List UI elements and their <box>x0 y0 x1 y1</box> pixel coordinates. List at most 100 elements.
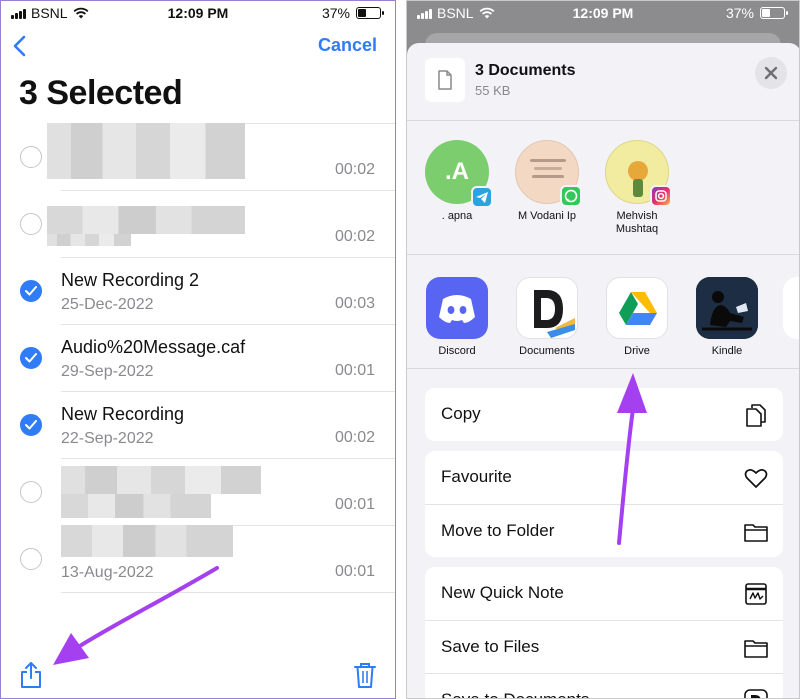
recording-duration: 00:02 <box>334 161 375 178</box>
redacted-text <box>47 206 245 234</box>
app-label: Kindle <box>711 345 743 357</box>
app-kindle[interactable]: Kindle <box>687 277 767 357</box>
app-label: Drive <box>624 345 650 357</box>
recordings-selection-screen: BSNL 12:09 PM 37% Cancel 3 Selected 00:0… <box>0 0 396 699</box>
trash-icon[interactable] <box>353 661 377 689</box>
battery-icon <box>760 7 788 19</box>
app-drive[interactable]: Drive <box>597 277 677 357</box>
documents-app-icon <box>516 277 578 339</box>
google-drive-icon <box>606 277 668 339</box>
document-icon <box>438 70 452 90</box>
selected-checkmark[interactable] <box>20 347 42 369</box>
quick-note-icon <box>745 583 767 605</box>
folder-icon <box>744 640 768 658</box>
app-discord[interactable]: Discord <box>417 277 497 357</box>
avatar <box>515 140 582 207</box>
checkmark-icon <box>25 353 37 363</box>
recording-row[interactable]: New Recording 22-Sep-2022 00:02 <box>1 391 395 458</box>
selection-circle[interactable] <box>20 548 42 570</box>
recording-name: New Recording <box>61 404 185 424</box>
documents-app-icon <box>744 689 768 698</box>
share-title: 3 Documents <box>475 62 576 79</box>
action-favourite[interactable]: Favourite <box>425 451 783 504</box>
share-sheet-screen: BSNL 12:09 PM 37% 3 Documents 55 KB .A .… <box>406 0 800 699</box>
redacted-text <box>47 123 245 179</box>
recording-duration: 00:02 <box>334 429 375 446</box>
app-label: Discord <box>438 345 476 357</box>
close-icon <box>764 66 778 80</box>
selection-circle[interactable] <box>20 146 42 168</box>
instagram-icon <box>650 185 672 207</box>
action-save-to-files[interactable]: Save to Files <box>425 620 783 673</box>
redacted-text <box>47 234 131 246</box>
telegram-icon <box>471 186 493 208</box>
list-end-separator <box>1 592 395 594</box>
recording-row[interactable]: 00:01 <box>1 458 395 525</box>
redacted-text <box>61 494 211 518</box>
selected-checkmark[interactable] <box>20 280 42 302</box>
recording-duration: 00:03 <box>334 295 375 312</box>
checkmark-icon <box>25 420 37 430</box>
back-chevron-icon[interactable] <box>10 34 32 58</box>
screenshot-composite: BSNL 12:09 PM 37% Cancel 3 Selected 00:0… <box>0 0 800 699</box>
action-save-to-documents[interactable]: Save to Documents <box>425 673 783 698</box>
app-overflow-peek <box>783 277 799 339</box>
contact-name: Mehvish Mushtaq <box>615 210 659 235</box>
app-label: Documents <box>519 345 575 357</box>
close-button[interactable] <box>755 57 787 89</box>
contact-suggestion[interactable]: Mehvish Mushtaq <box>597 140 677 236</box>
battery-percent: 37% <box>321 5 350 21</box>
contact-name: M Vodani Ip <box>517 210 577 222</box>
recording-date: 13-Aug-2022 <box>61 564 154 581</box>
kindle-icon <box>696 277 758 339</box>
battery-icon <box>356 7 384 19</box>
whatsapp-icon <box>560 185 582 207</box>
recording-duration: 00:01 <box>334 496 375 513</box>
recording-duration: 00:01 <box>334 563 375 580</box>
share-icon[interactable] <box>19 661 43 689</box>
action-label: Save to Files <box>441 637 540 656</box>
selection-circle[interactable] <box>20 213 42 235</box>
recording-date: 25-Dec-2022 <box>61 296 154 313</box>
action-new-quick-note[interactable]: New Quick Note <box>425 567 783 620</box>
battery-percent: 37% <box>725 5 754 21</box>
share-sheet: 3 Documents 55 KB .A . apna M Vodani Ip … <box>407 43 799 698</box>
recording-row[interactable]: New Recording 2 25-Dec-2022 00:03 <box>1 257 395 324</box>
recording-name: Audio%20Message.caf <box>61 337 246 357</box>
heart-icon <box>744 469 768 488</box>
page-title: 3 Selected <box>19 74 183 112</box>
copy-icon <box>746 404 766 427</box>
contact-suggestion[interactable]: M Vodani Ip <box>507 140 587 223</box>
folder-icon <box>744 524 768 542</box>
document-thumbnail <box>425 58 465 102</box>
action-label: Favourite <box>441 467 512 486</box>
action-label: Copy <box>441 404 481 423</box>
action-label: Save to Documents <box>441 690 589 698</box>
recording-row[interactable]: 00:02 <box>1 190 395 257</box>
recording-name: New Recording 2 <box>61 270 200 290</box>
recording-row[interactable]: 00:02 <box>1 123 395 190</box>
action-copy[interactable]: Copy <box>425 388 783 441</box>
share-sheet-header: 3 Documents 55 KB <box>407 43 799 120</box>
recording-date: 29-Sep-2022 <box>61 363 154 380</box>
discord-icon <box>426 277 488 339</box>
avatar: .A <box>425 140 493 208</box>
contact-suggestion[interactable]: .A . apna <box>417 140 497 223</box>
recording-row[interactable]: 13-Aug-2022 00:01 <box>1 525 395 592</box>
status-bar: BSNL 12:09 PM 37% <box>1 1 395 27</box>
action-group-copy: Copy <box>425 388 783 441</box>
cancel-button[interactable]: Cancel <box>318 35 377 56</box>
app-documents[interactable]: Documents <box>507 277 587 357</box>
selection-circle[interactable] <box>20 481 42 503</box>
status-bar: BSNL 12:09 PM 37% <box>407 1 799 27</box>
selected-checkmark[interactable] <box>20 414 42 436</box>
avatar <box>605 140 672 207</box>
recording-duration: 00:01 <box>334 362 375 379</box>
recording-duration: 00:02 <box>334 228 375 245</box>
redacted-text <box>61 466 261 494</box>
action-group-organize: Favourite Move to Folder <box>425 451 783 557</box>
recording-row[interactable]: Audio%20Message.caf 29-Sep-2022 00:01 <box>1 324 395 391</box>
action-label: Move to Folder <box>441 521 555 540</box>
checkmark-icon <box>25 286 37 296</box>
action-move-to-folder[interactable]: Move to Folder <box>425 504 783 557</box>
